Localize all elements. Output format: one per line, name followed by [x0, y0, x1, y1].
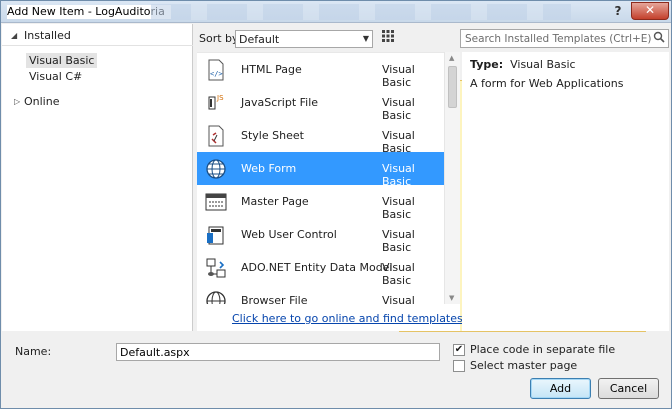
- dialog-footer: Name: ✔ Place code in separate file Sele…: [1, 332, 671, 408]
- javascript-file-icon: JS: [205, 92, 227, 114]
- template-row-html-page[interactable]: </> HTML Page Visual Basic: [197, 53, 444, 89]
- sort-dropdown-value: Default: [239, 33, 280, 46]
- expanded-triangle-icon[interactable]: ◢: [11, 31, 17, 40]
- select-master-page-checkbox[interactable]: Select master page: [453, 359, 653, 374]
- tree-node-installed[interactable]: ◢ Installed: [2, 26, 193, 46]
- template-name: JavaScript File: [241, 96, 319, 109]
- search-placeholder: Search Installed Templates (Ctrl+E): [465, 33, 652, 45]
- svg-text:JS: JS: [216, 94, 224, 102]
- web-user-control-icon: [205, 224, 227, 246]
- tree-item-visual-basic[interactable]: Visual Basic: [26, 53, 98, 68]
- search-templates-input[interactable]: Search Installed Templates (Ctrl+E): [460, 29, 669, 48]
- checkbox-checked-icon[interactable]: ✔: [453, 344, 465, 356]
- template-name: Master Page: [241, 195, 309, 208]
- template-row-ado-net-entity-data-model[interactable]: ADO.NET Entity Data Model Visual Basic: [197, 251, 444, 287]
- help-button[interactable]: ?: [607, 2, 629, 20]
- grid-view-icon: [382, 30, 394, 42]
- sort-dropdown[interactable]: Default ▼: [235, 30, 373, 48]
- online-link-area: Click here to go online and find templat…: [197, 304, 466, 331]
- checkbox-unchecked-icon[interactable]: [453, 360, 465, 372]
- add-new-item-dialog: Add New Item - LogAuditoria ? ✕ ◢ Instal…: [0, 0, 672, 409]
- chevron-down-icon: ▼: [362, 34, 369, 43]
- select-master-page-label: Select master page: [470, 359, 578, 372]
- template-row-web-form[interactable]: Web Form Visual Basic: [197, 152, 444, 188]
- name-label: Name:: [15, 345, 52, 358]
- place-code-label: Place code in separate file: [470, 343, 616, 356]
- place-code-checkbox[interactable]: ✔ Place code in separate file: [453, 343, 653, 358]
- close-button[interactable]: ✕: [631, 2, 669, 20]
- template-name: Web Form: [241, 162, 297, 175]
- web-form-icon: [205, 158, 227, 180]
- template-row-style-sheet[interactable]: Style Sheet Visual Basic: [197, 119, 444, 155]
- tree-item-visual-csharp[interactable]: Visual C#: [26, 69, 85, 84]
- template-name: Browser File: [241, 294, 308, 304]
- item-name-input[interactable]: [116, 343, 440, 361]
- scroll-up-arrow-icon[interactable]: ▲: [449, 54, 454, 62]
- tree-node-online-label: Online: [24, 95, 60, 108]
- details-type-label: Type:: [470, 58, 504, 71]
- collapsed-triangle-icon[interactable]: ▷: [14, 97, 20, 106]
- svg-text:</>: </>: [210, 70, 223, 78]
- tree-node-installed-label: Installed: [24, 29, 71, 42]
- cancel-button[interactable]: Cancel: [598, 378, 659, 399]
- template-details-pane: Type: Visual Basic A form for Web Applic…: [462, 52, 669, 331]
- template-row-javascript-file[interactable]: JS JavaScript File Visual Basic: [197, 86, 444, 122]
- scroll-down-arrow-icon[interactable]: ▼: [449, 294, 454, 302]
- details-type: Type: Visual Basic: [470, 58, 576, 71]
- template-row-web-user-control[interactable]: Web User Control Visual Basic: [197, 218, 444, 254]
- search-icon: [653, 31, 665, 46]
- browser-file-icon: [205, 290, 227, 304]
- window-title: Add New Item - LogAuditoria: [7, 5, 171, 19]
- template-list-scrollbar[interactable]: ▲ ▼: [444, 52, 460, 304]
- sort-toolbar: Sort by: Default ▼: [197, 29, 646, 332]
- details-type-value: Visual Basic: [510, 58, 576, 71]
- blurred-background-menu: [151, 4, 571, 20]
- html-page-icon: </>: [205, 59, 227, 81]
- title-bar: Add New Item - LogAuditoria ? ✕: [1, 1, 671, 23]
- small-icons-view-button[interactable]: [379, 30, 397, 48]
- template-list: </> HTML Page Visual Basic JS JavaScript…: [197, 52, 444, 304]
- add-button[interactable]: Add: [530, 378, 591, 399]
- style-sheet-icon: [205, 125, 227, 147]
- template-name: Style Sheet: [241, 129, 304, 142]
- template-row-master-page[interactable]: Master Page Visual Basic: [197, 185, 444, 221]
- template-name: ADO.NET Entity Data Model: [241, 261, 393, 274]
- template-name: Web User Control: [241, 228, 337, 241]
- template-language: Visual Basic: [382, 294, 415, 304]
- entity-data-model-icon: [205, 257, 227, 279]
- template-row-browser-file[interactable]: Browser File Visual Basic: [197, 284, 444, 304]
- scrollbar-thumb[interactable]: [448, 66, 457, 108]
- tree-node-online[interactable]: ▷ Online: [2, 94, 193, 110]
- template-name: HTML Page: [241, 63, 302, 76]
- category-tree: ◢ Installed Visual Basic Visual C# ▷ Onl…: [2, 24, 193, 331]
- details-description: A form for Web Applications: [470, 77, 624, 90]
- master-page-icon: [205, 191, 227, 213]
- find-templates-online-link[interactable]: Click here to go online and find templat…: [232, 312, 466, 325]
